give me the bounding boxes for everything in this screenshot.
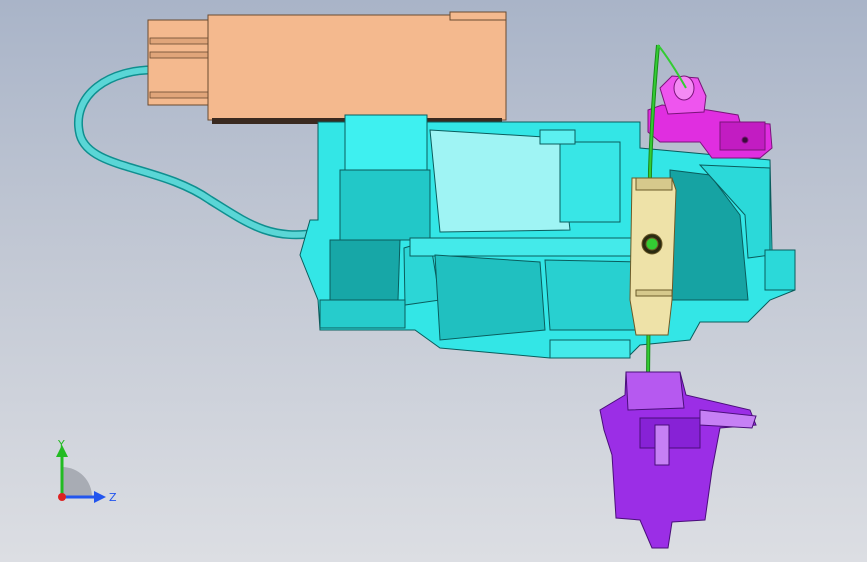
x-axis-dot [58, 493, 66, 501]
y-axis-label: Y [57, 438, 65, 451]
cad-viewport[interactable] [0, 0, 867, 562]
top-bracket[interactable] [647, 75, 773, 159]
clamp-plate[interactable] [629, 177, 677, 336]
connector-housing[interactable] [147, 11, 507, 124]
z-axis-label: Z [109, 491, 117, 504]
bottom-bracket[interactable] [599, 371, 757, 549]
axis-triad: Y Z [56, 438, 117, 504]
axis-quadrant [62, 467, 92, 497]
z-axis-arrowhead [94, 491, 106, 503]
